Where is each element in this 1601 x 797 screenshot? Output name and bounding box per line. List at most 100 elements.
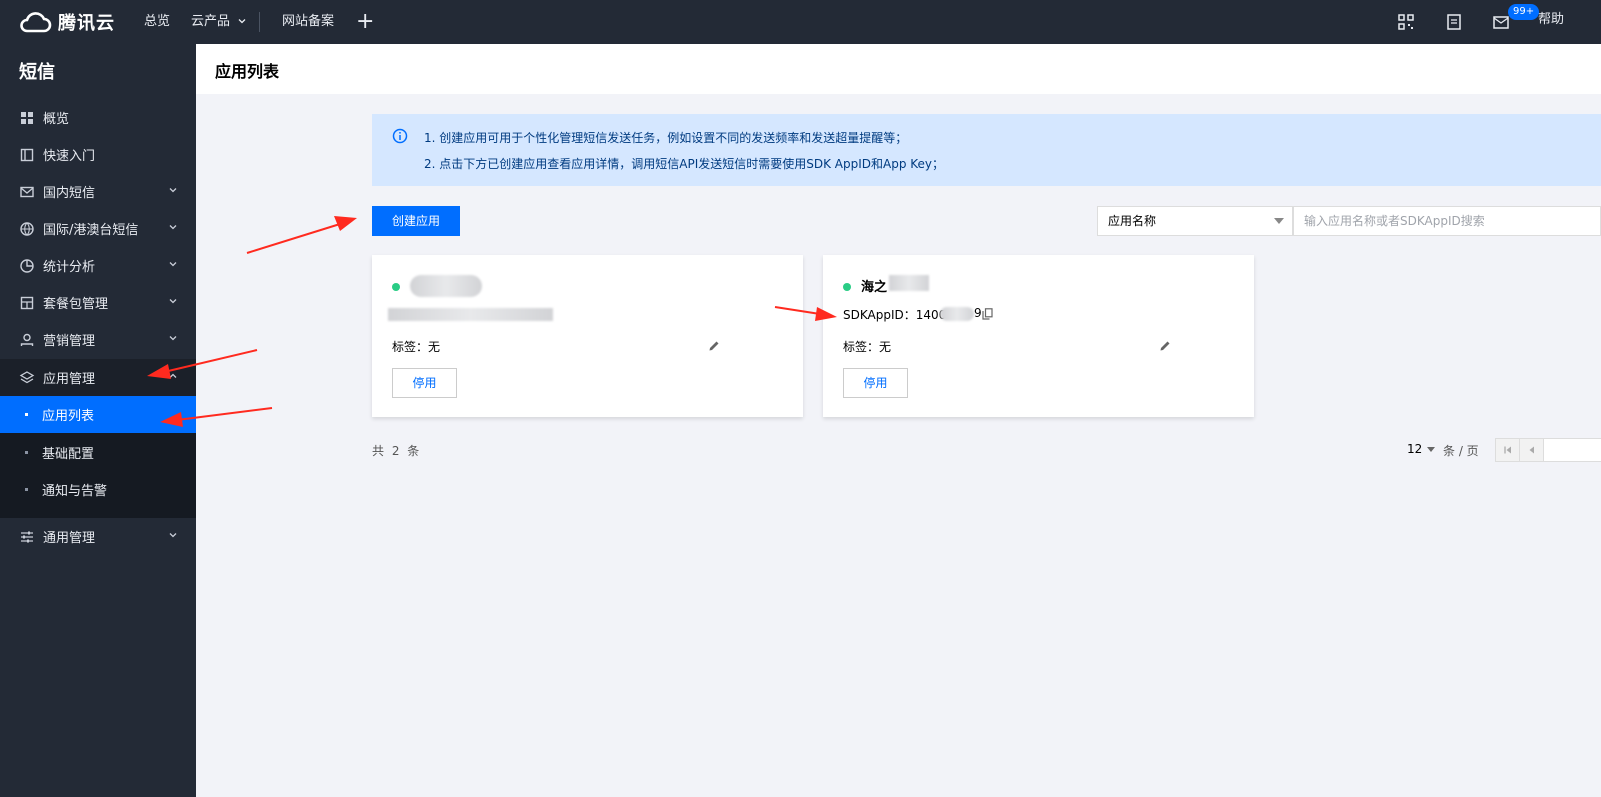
page-header: 应用列表 [196, 44, 1601, 94]
sidebar-item-label: 应用管理 [43, 372, 96, 387]
chevron-up-icon [169, 373, 177, 378]
pie-chart-icon [20, 258, 34, 273]
app-sdkappid: SDKAppID：1400 [843, 308, 947, 322]
caret-down-icon [1274, 218, 1284, 224]
app-tag: 标签：无 [392, 340, 441, 354]
sidebar-item-label: 套餐包管理 [43, 297, 109, 312]
app-management-submenu: 应用列表 基础配置 通知与告警 [0, 396, 196, 518]
sidebar-item-app-management[interactable]: 应用管理 [0, 359, 196, 396]
filter-select[interactable]: 应用名称 [1097, 206, 1293, 236]
package-icon [20, 296, 34, 309]
sliders-icon [21, 531, 33, 542]
sidebar-item-label: 通用管理 [43, 531, 96, 546]
status-dot [392, 283, 400, 291]
user-icon [20, 333, 34, 346]
sidebar-item-label: 快速入门 [43, 149, 96, 164]
help-link[interactable]: 帮助 [1538, 0, 1564, 40]
sidebar-subitem-label: 基础配置 [42, 447, 95, 462]
prev-page-icon [1529, 446, 1534, 454]
filter-select-value: 应用名称 [1108, 214, 1157, 228]
chevron-down-icon [169, 225, 177, 230]
chevron-down-icon [169, 533, 177, 538]
qrcode-icon[interactable] [1396, 12, 1416, 32]
info-line-2: 2. 点击下方已创建应用查看应用详情，调用短信API发送短信时需要使用SDK A… [424, 157, 945, 171]
nav-icp[interactable]: 网站备案 [282, 0, 334, 44]
first-page-icon [1503, 446, 1511, 454]
app-card[interactable]: 标签：无 停用 [372, 255, 803, 417]
document-icon[interactable] [1444, 12, 1464, 32]
sidebar-item-packages[interactable]: 套餐包管理 [0, 284, 196, 321]
nav-overview[interactable]: 总览 [144, 0, 170, 44]
sidebar-item-general-management[interactable]: 通用管理 [0, 518, 196, 555]
app-card[interactable]: 海之 SDKAppID：1400 9 标签：无 停用 [823, 255, 1254, 417]
chevron-down-icon [169, 336, 177, 341]
search-input[interactable] [1293, 206, 1601, 236]
bullet-dot [25, 413, 28, 416]
sidebar: 短信 概览 快速入门 国内短信 国际/港澳台短信 统计分析 套餐包管理 营销管理… [0, 44, 196, 797]
brand-logo[interactable]: 腾讯云 [18, 8, 115, 36]
book-icon [20, 148, 34, 161]
sidebar-item-label: 国际/港澳台短信 [43, 223, 139, 238]
page-size-select[interactable]: 12 [1407, 442, 1439, 456]
prev-page-button[interactable] [1519, 438, 1544, 462]
bullet-dot [25, 451, 28, 454]
redacted-app-id [388, 308, 553, 321]
sidebar-subitem-app-list[interactable]: 应用列表 [0, 396, 196, 433]
chevron-down-icon [169, 299, 177, 304]
nav-products-label: 云产品 [191, 14, 231, 29]
info-line-1: 1. 创建应用可用于个性化管理短信发送任务，例如设置不同的发送频率和发送超量提醒… [424, 131, 908, 145]
redacted-app-name [889, 275, 929, 291]
page-size-value: 12 [1407, 442, 1423, 456]
pagination-controls [1495, 438, 1601, 462]
status-dot [843, 283, 851, 291]
pencil-icon[interactable] [1159, 340, 1171, 352]
globe-icon [20, 221, 34, 236]
sidebar-item-statistics[interactable]: 统计分析 [0, 247, 196, 284]
redacted-app-name [410, 275, 482, 297]
disable-button[interactable]: 停用 [843, 368, 908, 398]
sidebar-item-quickstart[interactable]: 快速入门 [0, 136, 196, 173]
sidebar-subitem-notifications[interactable]: 通知与告警 [0, 471, 196, 508]
app-sdkappid-tail: 9 [974, 306, 982, 320]
copy-icon[interactable] [982, 308, 993, 320]
first-page-button[interactable] [1495, 438, 1520, 462]
chevron-down-icon [169, 188, 177, 193]
chevron-down-icon [238, 19, 246, 24]
plus-icon[interactable]: + [356, 9, 374, 35]
page-number-field[interactable] [1543, 438, 1601, 462]
annotation-arrow [246, 216, 357, 254]
sidebar-item-domestic-sms[interactable]: 国内短信 [0, 173, 196, 210]
app-name: 海之 [861, 280, 888, 295]
layers-icon [19, 370, 35, 383]
redacted-app-id [940, 307, 974, 321]
info-notice: 1. 创建应用可用于个性化管理短信发送任务，例如设置不同的发送频率和发送超量提醒… [372, 114, 1601, 186]
app-tag: 标签：无 [843, 340, 892, 354]
bullet-dot [25, 488, 28, 491]
disable-button[interactable]: 停用 [392, 368, 457, 398]
cloud-logo-icon [20, 12, 52, 33]
page-title: 应用列表 [215, 62, 280, 81]
create-app-button[interactable]: 创建应用 [372, 206, 460, 236]
nav-divider [259, 12, 260, 32]
total-count: 共 2 条 [372, 444, 422, 458]
brand-name: 腾讯云 [58, 13, 115, 34]
caret-down-icon [1427, 447, 1436, 452]
message-count-badge: 99+ [1508, 4, 1540, 20]
sidebar-subitem-label: 通知与告警 [42, 484, 108, 499]
chevron-down-icon [169, 262, 177, 267]
sidebar-item-label: 营销管理 [43, 334, 96, 349]
nav-products[interactable]: 云产品 [191, 0, 246, 44]
pencil-icon[interactable] [708, 340, 720, 352]
sidebar-item-label: 统计分析 [43, 260, 96, 275]
sidebar-subitem-label: 应用列表 [42, 409, 95, 424]
sidebar-item-intl-sms[interactable]: 国际/港澳台短信 [0, 210, 196, 247]
sidebar-item-overview[interactable]: 概览 [0, 99, 196, 136]
sidebar-subitem-basic-config[interactable]: 基础配置 [0, 434, 196, 471]
grid-icon [21, 111, 33, 124]
sidebar-item-label: 概览 [43, 112, 70, 127]
mail-icon [20, 186, 34, 197]
sidebar-item-marketing[interactable]: 营销管理 [0, 321, 196, 358]
info-icon [392, 128, 408, 144]
top-nav-bar: 腾讯云 总览 云产品 网站备案 + 99+ 帮助 [0, 0, 1601, 44]
page-size-unit: 条 / 页 [1443, 444, 1479, 458]
